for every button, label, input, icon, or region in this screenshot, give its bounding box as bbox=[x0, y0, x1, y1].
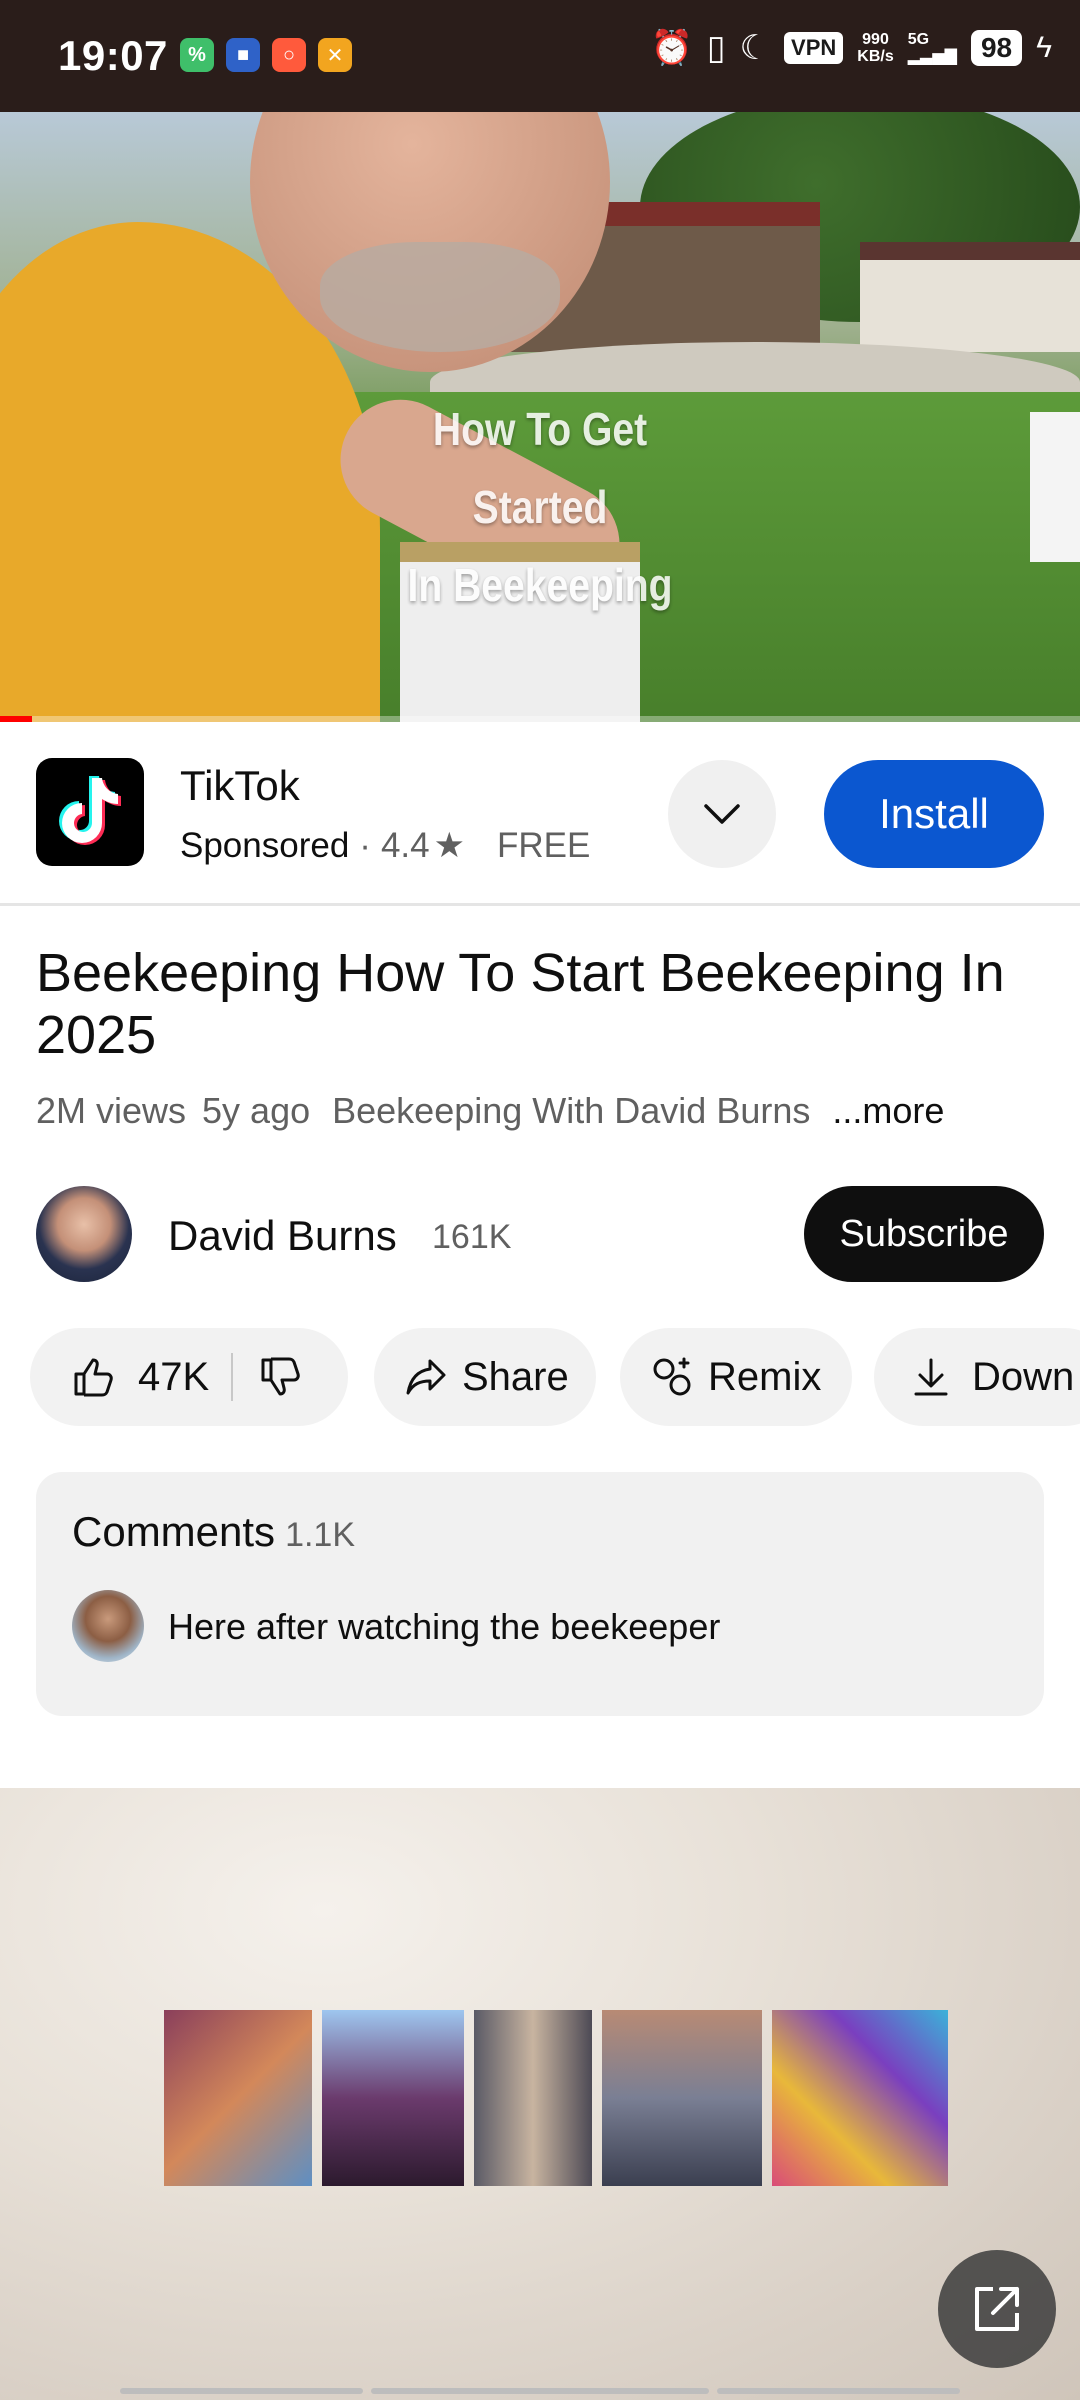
video-scene-house-2 bbox=[860, 242, 1080, 352]
external-link-icon bbox=[975, 2287, 1019, 2331]
star-icon: ★ bbox=[433, 826, 465, 865]
channel-tag: Beekeeping With David Burns bbox=[332, 1090, 811, 1131]
dislike-icon[interactable] bbox=[259, 1357, 301, 1397]
progress-segment bbox=[716, 2388, 960, 2394]
remix-label: Remix bbox=[708, 1354, 822, 1399]
download-button[interactable]: Down bbox=[874, 1328, 1080, 1426]
chevron-down-icon bbox=[704, 804, 740, 824]
network-label: 5G bbox=[907, 31, 930, 48]
download-label: Down bbox=[972, 1354, 1075, 1399]
action-bar: 47K Share Remix Down bbox=[30, 1328, 1080, 1426]
network-type: 5G ▂▃▅▇ bbox=[908, 31, 957, 65]
upload-age: 5y ago bbox=[202, 1090, 311, 1131]
app-notification-icon: % bbox=[180, 38, 214, 72]
progress-segments bbox=[120, 2388, 960, 2394]
more-link[interactable]: ...more bbox=[832, 1090, 944, 1132]
signal-icon: ▂▃▅▇ bbox=[907, 48, 957, 65]
comments-heading: Comments 1.1K bbox=[72, 1508, 355, 1556]
channel-avatar[interactable] bbox=[36, 1186, 132, 1282]
open-external-button[interactable] bbox=[938, 2250, 1056, 2368]
view-count: 2M views bbox=[36, 1090, 187, 1131]
like-icon[interactable] bbox=[72, 1357, 114, 1397]
ad-price: FREE bbox=[497, 826, 591, 865]
status-indicators: ⏰ ▯ ☾ VPN 990 KB/s 5G ▂▃▅▇ 98 ϟ bbox=[650, 30, 1052, 66]
status-time: 19:07 bbox=[58, 32, 168, 79]
record-app-icon: ○ bbox=[272, 38, 306, 72]
subscribe-button[interactable]: Subscribe bbox=[804, 1186, 1044, 1282]
like-divider bbox=[231, 1353, 234, 1401]
alarm-icon: ⏰ bbox=[650, 29, 693, 67]
commenter-avatar bbox=[72, 1590, 144, 1662]
video-overlay-line-2: In Beekeeping bbox=[407, 559, 673, 611]
dream-wordmark: D R E A M bbox=[164, 2010, 948, 2186]
video-overlay-line-1: How To Get Started bbox=[432, 403, 648, 533]
share-label: Share bbox=[462, 1354, 569, 1399]
cat-app-icon: ■ bbox=[226, 38, 260, 72]
moon-icon: ☾ bbox=[739, 29, 771, 67]
dream-letter-m: M bbox=[772, 2010, 948, 2186]
remix-button[interactable]: Remix bbox=[620, 1328, 852, 1426]
channel-name[interactable]: David Burns bbox=[168, 1212, 397, 1260]
charging-icon: ϟ bbox=[1036, 31, 1052, 64]
video-meta[interactable]: 2M views 5y ago Beekeeping With David Bu… bbox=[36, 1090, 944, 1132]
progress-segment bbox=[371, 2388, 709, 2394]
subscriber-count: 161K bbox=[432, 1218, 512, 1256]
video-overlay-title: How To Get Started In Beekeeping bbox=[362, 390, 719, 624]
install-button[interactable]: Install bbox=[824, 760, 1044, 868]
ad-meta: Sponsored · 4.4 ★ FREE bbox=[180, 826, 590, 866]
sponsored-ad-card[interactable]: TikTok Sponsored · 4.4 ★ FREE Install bbox=[0, 722, 1080, 906]
remix-icon bbox=[653, 1357, 691, 1396]
share-button[interactable]: Share bbox=[374, 1328, 596, 1426]
like-dislike-pill: 47K bbox=[30, 1328, 348, 1426]
comments-count: 1.1K bbox=[285, 1516, 356, 1554]
battery-level: 98 bbox=[970, 30, 1023, 66]
notification-icons: % ■ ○ ✕ bbox=[180, 38, 352, 72]
video-player[interactable]: How To Get Started In Beekeeping bbox=[0, 112, 1080, 722]
dream-letter-a: A bbox=[602, 2010, 762, 2186]
dream-letter-d: D bbox=[164, 2010, 312, 2186]
vpn-badge: VPN bbox=[784, 32, 844, 64]
speed-value: 990 bbox=[862, 31, 889, 48]
ad-rating: 4.4 bbox=[380, 826, 430, 865]
next-video-preview[interactable]: D R E A M bbox=[0, 1788, 1080, 2400]
progress-segment bbox=[120, 2388, 364, 2394]
network-speed: 990 KB/s bbox=[857, 31, 893, 65]
comments-title: Comments bbox=[72, 1508, 276, 1555]
top-comment-text: Here after watching the beekeeper bbox=[168, 1606, 721, 1647]
comments-card[interactable]: Comments 1.1K Here after watching the bee… bbox=[36, 1472, 1044, 1716]
watch-sheet: TikTok Sponsored · 4.4 ★ FREE Install Be… bbox=[0, 722, 1080, 2400]
sponsored-label: Sponsored bbox=[180, 826, 350, 865]
video-scene-beard bbox=[320, 242, 560, 352]
tools-app-icon: ✕ bbox=[318, 38, 352, 72]
dream-letter-r: R bbox=[322, 2010, 464, 2186]
video-scene-hive-2 bbox=[1030, 412, 1080, 562]
video-title[interactable]: Beekeeping How To Start Beekeeping In 20… bbox=[36, 942, 1046, 1066]
like-count[interactable]: 47K bbox=[138, 1355, 209, 1400]
speed-unit: KB/s bbox=[857, 48, 894, 65]
status-bar: 19:07 % ■ ○ ✕ ⏰ ▯ ☾ VPN 990 KB/s 5G ▂▃▅▇… bbox=[0, 0, 1080, 112]
tiktok-logo-icon[interactable] bbox=[36, 758, 144, 866]
ad-expand-button[interactable] bbox=[668, 760, 776, 868]
vibrate-icon: ▯ bbox=[706, 29, 726, 67]
download-icon bbox=[914, 1358, 948, 1396]
share-icon bbox=[406, 1359, 446, 1395]
dream-letter-e: E bbox=[474, 2010, 592, 2186]
meta-dot: · bbox=[359, 826, 371, 865]
ad-app-name: TikTok bbox=[180, 762, 300, 809]
